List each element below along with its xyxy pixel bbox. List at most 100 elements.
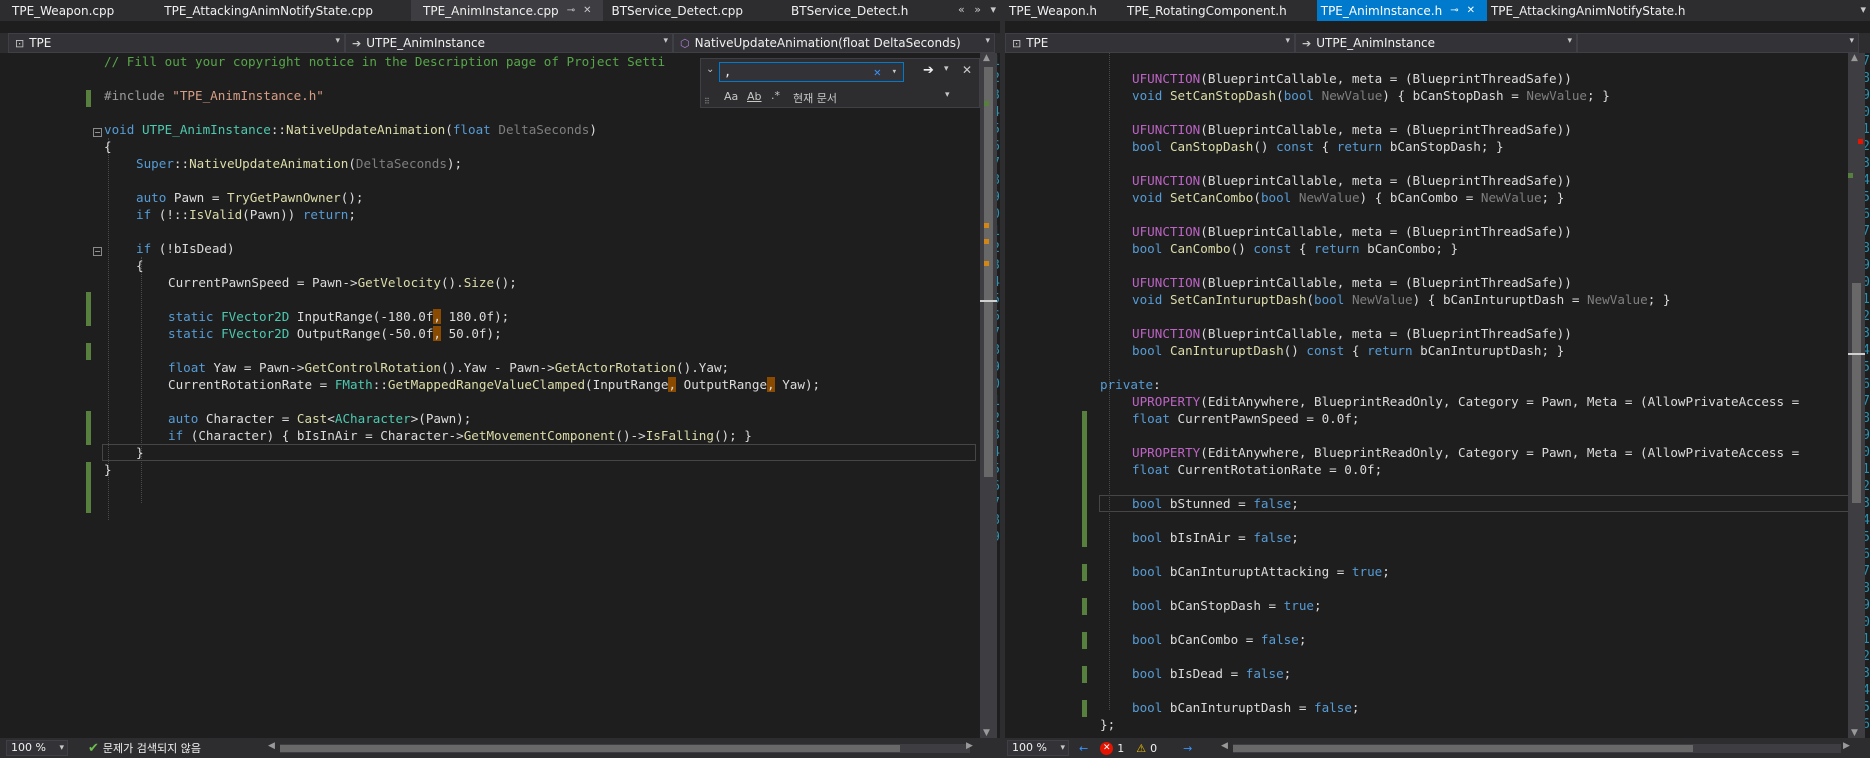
member-dropdown[interactable]: ▾ [1577, 33, 1859, 53]
warning-icon: ⚠ [1136, 741, 1147, 755]
left-status-bar: 100 % ▾ ✔ 문제가 검색되지 않음 ◀ ▶ [0, 738, 1000, 758]
scroll-down-icon[interactable]: ▼ [1851, 728, 1858, 738]
close-find-icon[interactable]: ✕ [962, 63, 972, 77]
left-code-editor[interactable]: − − 1 2 3 4 5 6 7 8 9 10 11 12 13 14 15 … [0, 53, 1000, 738]
find-widget: ⌄ , ✕ ▾ ➔ ▾ ✕ Aa Ab .* 현재 문서 ▾ ⠿ [700, 58, 980, 108]
scroll-right-icon[interactable]: ▶ [966, 741, 973, 751]
project-dropdown[interactable]: ⊡ TPE ▾ [8, 33, 345, 53]
tab-tpe-rotatingcomponent-h[interactable]: TPE_RotatingComponent.h [1115, 0, 1299, 21]
scope-dropdown[interactable]: ➔ UTPE_AnimInstance ▾ [345, 33, 673, 53]
tab-dropdown-icon[interactable]: ▾ [1860, 3, 1866, 16]
caret-position-mark [1848, 353, 1865, 355]
code-line: void SetCanCombo(bool NewValue) { bCanCo… [1132, 190, 1565, 205]
chevron-down-icon: ▾ [663, 36, 668, 46]
code-line: bool bCanStopDash = true; [1132, 598, 1322, 613]
code-line: CurrentPawnSpeed = Pawn->GetVelocity().S… [168, 275, 517, 290]
double-chevron-right-icon[interactable]: » [974, 3, 981, 16]
tab-tpe-animinstance-cpp[interactable]: TPE_AnimInstance.cpp ⊸ ✕ [411, 0, 604, 21]
right-vertical-scrollbar[interactable]: ▲ ▼ [1848, 53, 1865, 738]
zoom-dropdown[interactable]: 100 % ▾ [1007, 740, 1069, 756]
issues-status[interactable]: 문제가 검색되지 않음 [103, 740, 201, 756]
code-line: bool bStunned = false; [1132, 496, 1299, 511]
match-case-toggle[interactable]: Aa [724, 90, 738, 103]
tab-label: TPE_AnimInstance.h [1320, 3, 1443, 18]
change-marker [86, 90, 91, 107]
scroll-up-icon[interactable]: ▲ [1851, 53, 1858, 63]
project-name: TPE [1026, 36, 1049, 50]
change-mark [1848, 173, 1853, 178]
pin-icon[interactable]: ⊸ [1450, 5, 1458, 16]
scroll-down-icon[interactable]: ▼ [983, 728, 990, 738]
clear-icon[interactable]: ✕ [874, 63, 881, 81]
chevron-down-icon: ▾ [1060, 743, 1065, 753]
code-line: static FVector2D OutputRange(-50.0f, 50.… [168, 326, 502, 341]
scrollbar-thumb[interactable] [280, 745, 900, 752]
find-options-dropdown-icon[interactable]: ▾ [944, 64, 949, 74]
regex-toggle-icon[interactable]: .* [771, 89, 780, 102]
change-mark [984, 101, 989, 106]
scrollbar-thumb[interactable] [984, 67, 993, 477]
whole-word-toggle[interactable]: Ab [747, 90, 762, 103]
scope-dropdown[interactable]: ➔ UTPE_AnimInstance ▾ [1295, 33, 1577, 53]
collapse-icon[interactable]: − [93, 128, 102, 137]
tab-dropdown-icon[interactable]: ▾ [990, 3, 996, 16]
tab-tpe-animinstance-h[interactable]: TPE_AnimInstance.h ⊸ ✕ [1316, 0, 1487, 21]
tab-btservice-detect-h[interactable]: BTService_Detect.h [779, 0, 920, 21]
navigate-forward-icon[interactable]: → [1183, 742, 1192, 755]
member-dropdown[interactable]: ⬡ NativeUpdateAnimation(float DeltaSecon… [673, 33, 995, 53]
left-tab-bar: TPE_Weapon.cpp TPE_AttackingAnimNotifySt… [0, 0, 1000, 21]
scrollbar-thumb[interactable] [1233, 745, 1693, 752]
project-dropdown[interactable]: ⊡ TPE ▾ [1005, 33, 1295, 53]
error-count[interactable]: 1 [1117, 742, 1124, 755]
indent-guide [141, 257, 142, 503]
search-scope-dropdown[interactable]: 현재 문서 [793, 90, 837, 106]
chevron-down-icon: ▾ [335, 36, 340, 46]
code-line: bool CanCombo() const { return bCanCombo… [1132, 241, 1459, 256]
close-icon[interactable]: ✕ [583, 5, 591, 16]
code-line: UPROPERTY(EditAnywhere, BlueprintReadOnl… [1132, 394, 1800, 409]
code-line: { [104, 139, 112, 154]
history-dropdown-icon[interactable]: ▾ [892, 63, 897, 81]
chevron-down-icon: ▾ [59, 743, 64, 753]
chevron-down-icon: ▾ [1567, 36, 1572, 46]
scroll-left-icon[interactable]: ◀ [1221, 741, 1228, 751]
scroll-right-icon[interactable]: ▶ [1843, 741, 1850, 751]
tab-tpe-attackinganimnotifystate-cpp[interactable]: TPE_AttackingAnimNotifyState.cpp [152, 0, 385, 21]
left-vertical-scrollbar[interactable]: ▲ ▼ [980, 53, 997, 738]
code-line: auto Pawn = TryGetPawnOwner(); [136, 190, 364, 205]
close-icon[interactable]: ✕ [1467, 5, 1475, 16]
warning-count[interactable]: 0 [1150, 742, 1157, 755]
tab-btservice-detect-cpp[interactable]: BTService_Detect.cpp [603, 0, 755, 21]
code-line: UFUNCTION(BlueprintCallable, meta = (Blu… [1132, 326, 1572, 341]
scroll-left-icon[interactable]: ◀ [268, 741, 275, 751]
scroll-up-icon[interactable]: ▲ [983, 53, 990, 63]
project-icon: ⊡ [1012, 36, 1022, 50]
tab-tpe-weapon-h[interactable]: TPE_Weapon.h [1005, 0, 1109, 21]
tab-tpe-attackinganimnotifystate-h[interactable]: TPE_AttackingAnimNotifyState.h [1487, 0, 1698, 21]
navigate-back-icon[interactable]: ← [1079, 742, 1088, 755]
code-line: } [136, 445, 144, 460]
right-horizontal-scrollbar[interactable] [1233, 744, 1841, 753]
zoom-level: 100 % [11, 741, 46, 754]
find-next-icon[interactable]: ➔ [923, 63, 934, 78]
chevron-down-icon: ▾ [1285, 36, 1290, 46]
collapse-icon[interactable]: − [93, 247, 102, 256]
right-code-editor[interactable]: 37 38 39 40 41 42 43 44 45 46 47 48 49 5… [1005, 53, 1870, 738]
find-result-mark [984, 239, 989, 244]
left-horizontal-scrollbar[interactable] [280, 744, 970, 753]
zoom-dropdown[interactable]: 100 % ▾ [6, 740, 68, 756]
tab-label: BTService_Detect.cpp [611, 3, 744, 18]
double-chevron-left-icon[interactable]: « [958, 3, 965, 16]
scrollbar-thumb[interactable] [1852, 283, 1861, 503]
code-line: CurrentRotationRate = FMath::GetMappedRa… [168, 377, 821, 392]
tab-tpe-weapon-cpp[interactable]: TPE_Weapon.cpp [0, 0, 126, 21]
change-marker [1082, 700, 1087, 717]
expand-replace-icon[interactable]: ⌄ [706, 64, 714, 75]
find-input[interactable]: , ✕ ▾ [719, 62, 904, 82]
resize-grip-icon[interactable]: ⠿ [704, 97, 710, 106]
arrow-right-icon: ➔ [1302, 36, 1312, 50]
pin-icon[interactable]: ⊸ [567, 5, 575, 16]
right-status-bar: 100 % ▾ ← ✕ 1 ⚠ 0 → ◀ ▶ [1005, 738, 1870, 758]
code-line: UPROPERTY(EditAnywhere, BlueprintReadOnl… [1132, 445, 1800, 460]
left-navigation-bar: ⊡ TPE ▾ ➔ UTPE_AnimInstance ▾ ⬡ NativeUp… [0, 33, 1000, 53]
